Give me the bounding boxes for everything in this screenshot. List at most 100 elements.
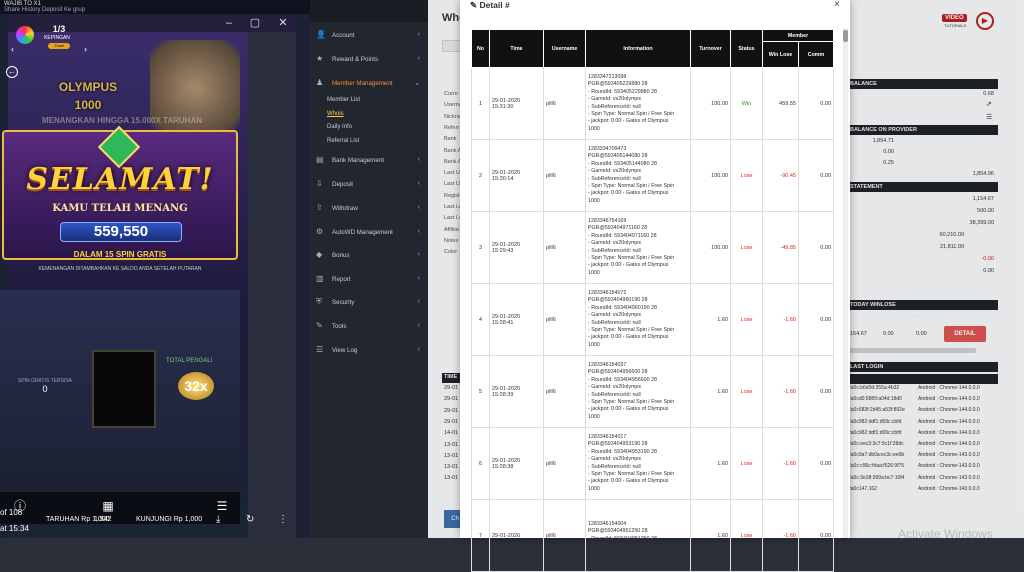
minimize-icon[interactable]: – bbox=[222, 16, 236, 30]
log-icon: ☰ bbox=[316, 345, 324, 354]
col-comm: Comm bbox=[798, 41, 834, 68]
info-line: 1283346154072 bbox=[588, 289, 627, 296]
info-line: - SubReferenceId: null bbox=[588, 103, 641, 110]
notification-sub: Share History Deposit Ke grup bbox=[4, 7, 86, 13]
back-arrow-icon[interactable]: ← bbox=[6, 66, 18, 78]
col-member: Member bbox=[762, 29, 834, 42]
menu-icon[interactable]: ☰ bbox=[212, 496, 232, 516]
sidebar-item-bank-management[interactable]: ▤ Bank Management ‹ bbox=[316, 155, 424, 169]
info-cell: 1283347213098 PGR@593405229880 28- RoundI… bbox=[585, 67, 691, 140]
info-line: - RoundId: 593405144080 28 bbox=[588, 160, 657, 167]
sidebar-subitem[interactable]: Daily Info bbox=[327, 124, 352, 130]
info-line: - jackpot: 0.00 - Gates of Olympus bbox=[588, 478, 669, 485]
status-cell: Lose bbox=[730, 139, 763, 212]
username-cell: pill6 bbox=[543, 499, 586, 572]
status-cell: Lose bbox=[730, 499, 763, 572]
sidebar-item-deposit[interactable]: ⇩ Deposit ‹ bbox=[316, 179, 424, 193]
win-spins-text: DALAM 15 SPIN GRATIS bbox=[73, 250, 167, 259]
info-line: 1000 bbox=[588, 269, 600, 276]
chevron-left-icon: ‹ bbox=[417, 228, 420, 235]
chevron-left-icon: ‹ bbox=[417, 31, 420, 38]
sidebar-subitem[interactable]: Referral List bbox=[327, 138, 359, 144]
file-time: at 15:34 bbox=[0, 524, 29, 533]
modal-scrollbar-thumb[interactable] bbox=[843, 30, 848, 42]
info-line: - GameId: vs20olympx bbox=[588, 240, 641, 247]
info-line: - RoundId: 593404971160 28 bbox=[588, 232, 657, 239]
close-icon[interactable]: ✕ bbox=[276, 16, 290, 30]
chevron-left-icon[interactable]: ‹ bbox=[11, 44, 14, 54]
sidebar-item-label: AutoWD Management bbox=[332, 229, 393, 236]
comm-cell: 0.00 bbox=[798, 427, 834, 500]
sidebar-item-reward-points[interactable]: ★ Reward & Points ‹ bbox=[316, 54, 424, 68]
info-line: - GameId: vs20olympx bbox=[588, 168, 641, 175]
info-cell: 1283346754169 PGR@593404971160 28- RoundI… bbox=[585, 211, 691, 284]
table-row: 3 29-01-2026 15:29:43 pill6 1283346754169 PG… bbox=[471, 211, 834, 284]
time-cell: 29-01-2026 15:28:39 bbox=[489, 355, 544, 428]
info-cell: 1283346154004 PGR@593404951250 28- RoundI… bbox=[585, 499, 691, 572]
turnover-cell: 1.60 bbox=[690, 427, 731, 500]
win-title: SELAMAT! bbox=[26, 162, 214, 197]
sidebar-item-security[interactable]: ⛨ Security ‹ bbox=[316, 297, 424, 311]
turnover-cell: 100.00 bbox=[690, 139, 731, 212]
more-icon[interactable]: ⋮ bbox=[278, 514, 288, 525]
info-line: PGR@593405229880 28 bbox=[588, 81, 648, 88]
info-line: - Spin Type: Normal Spin / Free Spin bbox=[588, 470, 675, 477]
rotate-icon[interactable]: ↻ bbox=[246, 514, 254, 525]
sidebar-item-view-log[interactable]: ☰ View Log ‹ bbox=[316, 345, 424, 359]
promo-text: MENANGKAN HINGGA 15.000X TARUHAN bbox=[41, 116, 203, 125]
col-turnover: Turnover bbox=[690, 29, 731, 68]
chevron-left-icon: ‹ bbox=[417, 275, 420, 282]
modal-scrollbar[interactable] bbox=[843, 28, 848, 538]
comm-cell: 0.00 bbox=[798, 139, 834, 212]
info-line: - GameId: vs20olympx bbox=[588, 384, 641, 391]
sidebar-item-report[interactable]: ▥ Report ‹ bbox=[316, 274, 424, 288]
time-cell: 29-01-2026 15:29:43 bbox=[489, 211, 544, 284]
col-no: No bbox=[471, 29, 490, 68]
info-cell: 1283334709473 PGR@593405144080 28- RoundI… bbox=[585, 139, 691, 212]
modal-close-button[interactable]: × bbox=[834, 0, 840, 10]
maximize-icon[interactable]: ▢ bbox=[248, 16, 262, 30]
sidebar-subitem[interactable]: Whois bbox=[327, 111, 344, 117]
sidebar-subitem[interactable]: Member List bbox=[327, 97, 360, 103]
info-line: - RoundId: 593404953190 28 bbox=[588, 448, 657, 455]
time-cell: 29-01-2026 bbox=[489, 499, 544, 572]
bet-label: TARUHAN Rp 1,000 bbox=[46, 516, 110, 523]
turnover-cell: 1.60 bbox=[690, 283, 731, 356]
user-icon: 👤 bbox=[316, 30, 326, 39]
chevron-right-icon[interactable]: › bbox=[84, 44, 87, 54]
sidebar-item-member-management[interactable]: ♟ Member Management ⌄ bbox=[316, 78, 424, 92]
info-line: 1283346154037 bbox=[588, 361, 627, 368]
username-cell: pill6 bbox=[543, 139, 586, 212]
info-line: - SubReferenceId: null bbox=[588, 391, 641, 398]
comm-cell: 0.00 bbox=[798, 67, 834, 140]
sidebar-item-label: Account bbox=[332, 32, 355, 39]
chevron-left-icon: ‹ bbox=[417, 346, 420, 353]
winlose-cell: 459.55 bbox=[762, 67, 799, 140]
file-count: of 108 bbox=[0, 508, 23, 517]
spin-thumbnail-icon[interactable]: ▦ bbox=[98, 496, 118, 516]
sidebar-item-label: Report bbox=[332, 276, 351, 283]
turnover-cell: 100.00 bbox=[690, 67, 731, 140]
sidebar-item-label: Bank Management bbox=[332, 157, 384, 164]
sidebar-item-withdraw[interactable]: ⇧ Withdraw ‹ bbox=[316, 203, 424, 217]
username-cell: pill6 bbox=[543, 67, 586, 140]
info-line: 1000 bbox=[588, 341, 600, 348]
username-cell: pill6 bbox=[543, 283, 586, 356]
sidebar-item-tools[interactable]: ✎ Tools ‹ bbox=[316, 321, 424, 335]
sidebar-item-label: Member Management bbox=[332, 80, 393, 87]
comm-cell: 0.00 bbox=[798, 283, 834, 356]
no-cell: 6 bbox=[471, 427, 490, 500]
no-cell: 1 bbox=[471, 67, 490, 140]
table-row: 1 29-01-2026 15:31:30 pill6 1283347213098 PG… bbox=[471, 67, 834, 140]
sidebar-item-autowd-management[interactable]: ⚙ AutoWD Management ‹ bbox=[316, 227, 424, 241]
modal-title: ✎ Detail # bbox=[470, 0, 510, 11]
info-line: PGR@593404971160 28 bbox=[588, 225, 648, 232]
info-line: - GameId: vs20olympx bbox=[588, 312, 641, 319]
time-cell: 29-01-2026 15:30:14 bbox=[489, 139, 544, 212]
download-icon[interactable]: ⤓ bbox=[216, 514, 220, 525]
col-status: Status bbox=[730, 29, 763, 68]
sidebar-item-bonus[interactable]: ◆ Bonus ‹ bbox=[316, 250, 424, 264]
col-information: Information bbox=[585, 29, 691, 68]
sidebar-item-account[interactable]: 👤 Account ‹ bbox=[316, 30, 424, 44]
info-line: - Spin Type: Normal Spin / Free Spin bbox=[588, 398, 675, 405]
